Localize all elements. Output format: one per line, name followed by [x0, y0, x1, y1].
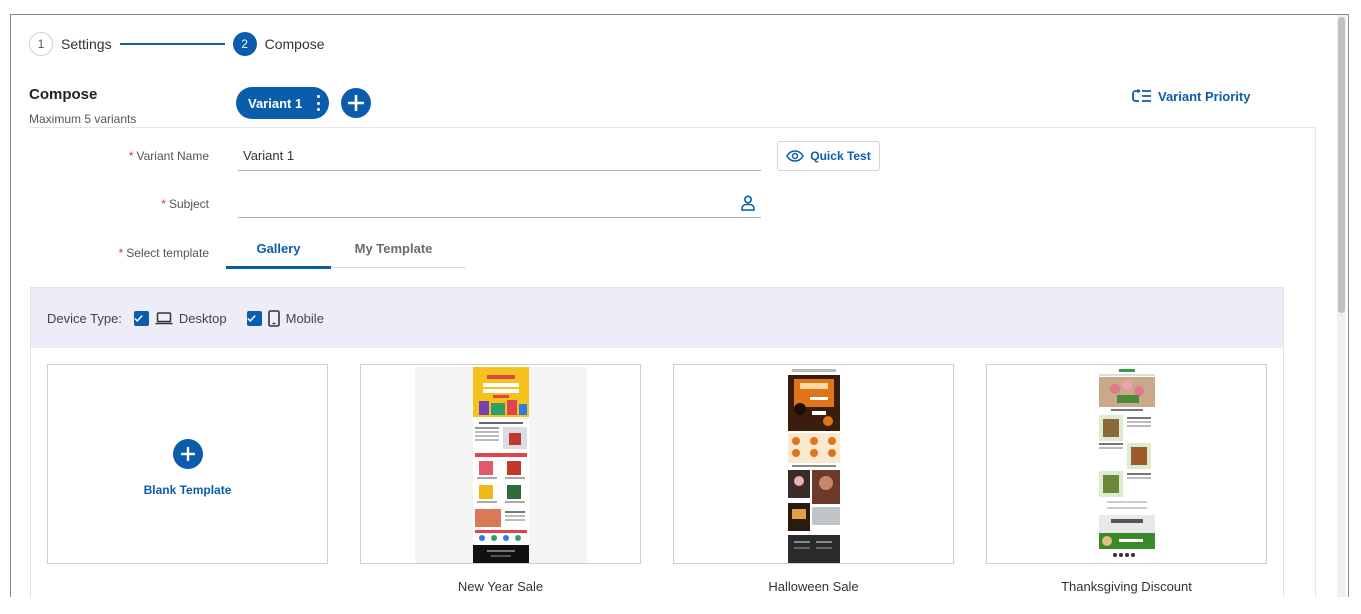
personalize-user-icon[interactable] — [741, 195, 755, 211]
template-title-new-year-sale: New Year Sale — [457, 579, 544, 594]
new-year-sale-thumbnail — [415, 367, 587, 563]
template-title-thanksgiving-discount: Thanksgiving Discount — [1061, 579, 1192, 594]
halloween-sale-thumbnail — [728, 367, 900, 563]
template-card-thanksgiving-discount[interactable] — [986, 364, 1267, 564]
device-type-bar: Device Type: Desktop Mobile — [31, 288, 1283, 348]
mobile-checkbox[interactable] — [246, 310, 262, 326]
step-2-circle[interactable]: 2 — [232, 32, 257, 56]
add-variant-button[interactable] — [341, 88, 371, 118]
compose-title: Compose — [29, 86, 98, 103]
template-title-halloween-sale: Halloween Sale — [768, 579, 859, 594]
eye-icon — [786, 150, 805, 162]
device-type-label: Device Type: — [47, 310, 122, 326]
template-card-halloween-sale[interactable] — [673, 364, 954, 564]
desktop-label: Desktop — [178, 310, 227, 326]
plus-icon — [348, 95, 364, 111]
variant-priority-label: Variant Priority — [1158, 88, 1251, 104]
check-icon — [134, 314, 143, 322]
variant-tab[interactable]: Variant 1 — [236, 87, 329, 119]
template-tabs: Gallery My Template — [226, 232, 466, 269]
blank-template-label: Blank Template — [143, 483, 232, 497]
scrollbar-thumb[interactable] — [1338, 17, 1345, 313]
desktop-checkbox[interactable] — [133, 310, 149, 326]
more-vertical-icon[interactable] — [313, 95, 323, 111]
quick-test-label: Quick Test — [810, 149, 871, 163]
thanksgiving-discount-thumbnail — [1041, 367, 1213, 563]
check-icon — [246, 314, 256, 322]
mobile-phone-icon — [267, 309, 280, 327]
vertical-scrollbar[interactable] — [1337, 15, 1346, 597]
desktop-option[interactable]: Desktop — [133, 310, 227, 326]
tab-my-template[interactable]: My Template — [331, 232, 456, 267]
app-frame: 1 Settings 2 Compose Compose Maximum 5 v… — [10, 14, 1349, 597]
plus-circle-icon — [172, 439, 203, 469]
variant-name-label: * Variant Name — [128, 149, 209, 163]
stepper: 1 Settings 2 Compose — [29, 31, 325, 57]
quick-test-button[interactable]: Quick Test — [777, 141, 880, 171]
variant-priority-button[interactable]: Variant Priority — [1132, 86, 1250, 106]
template-card-blank[interactable]: Blank Template — [47, 364, 328, 564]
step-1-label[interactable]: Settings — [61, 36, 112, 52]
template-card-new-year-sale[interactable] — [360, 364, 641, 564]
mobile-label: Mobile — [285, 310, 324, 326]
compose-subtitle: Maximum 5 variants — [29, 112, 137, 126]
mobile-option[interactable]: Mobile — [246, 309, 324, 327]
step-2-label[interactable]: Compose — [265, 36, 325, 52]
tab-gallery[interactable]: Gallery — [226, 232, 331, 269]
variant-tab-label: Variant 1 — [248, 95, 303, 111]
laptop-icon — [155, 311, 173, 324]
step-1-circle[interactable]: 1 — [29, 32, 53, 56]
variant-name-input[interactable]: Variant 1 — [238, 141, 761, 171]
subject-input[interactable] — [238, 188, 761, 218]
select-template-label: * Select template — [118, 246, 209, 260]
step-connector — [119, 43, 225, 45]
priority-list-icon — [1132, 89, 1151, 102]
template-gallery: Device Type: Desktop Mobile Blank Templa… — [30, 287, 1284, 597]
subject-label: * Subject — [161, 197, 209, 211]
